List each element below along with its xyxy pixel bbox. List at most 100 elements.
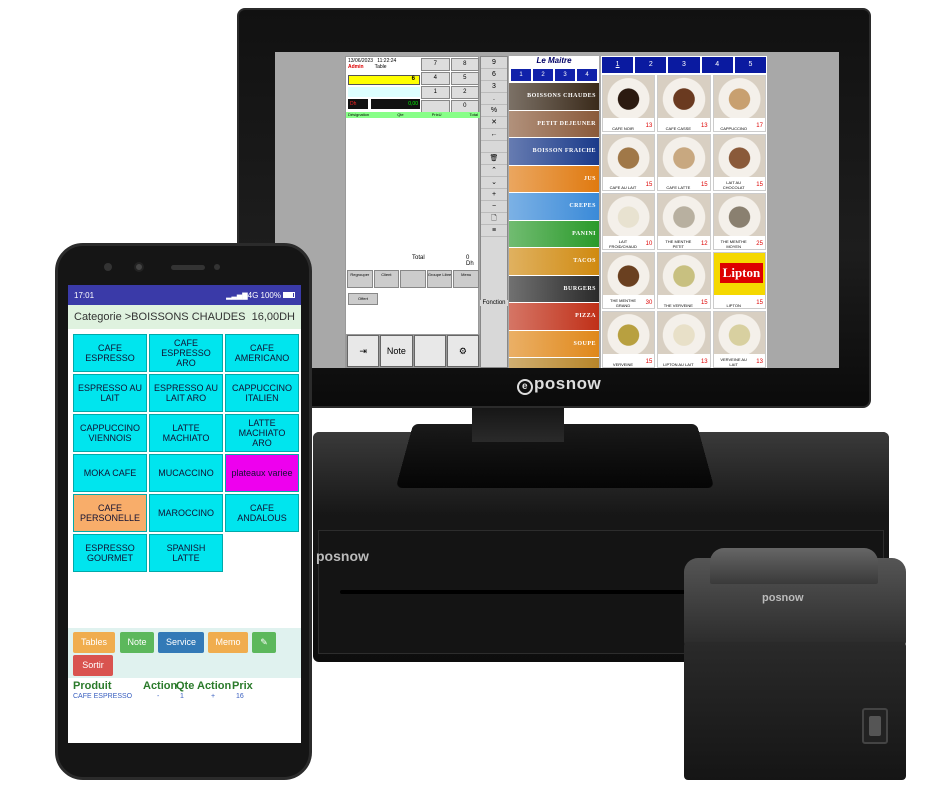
product-page-tab[interactable]: 1 — [602, 57, 634, 73]
offert-button[interactable]: Offert — [348, 293, 378, 305]
order-action-button[interactable]: Menu — [453, 270, 479, 288]
tables-button[interactable]: Tables — [73, 632, 115, 653]
status-indicators: ▂▃▅▇4G 100% — [226, 291, 295, 300]
order-action-button[interactable]: Client — [373, 270, 400, 288]
product-page-tab[interactable]: 3 — [668, 57, 700, 73]
amount-display: 0,00 — [371, 99, 420, 109]
order-action-button[interactable]: Groupe Libre — [426, 270, 453, 288]
function-key[interactable]: 🗑 — [481, 153, 507, 165]
phone-product-button[interactable]: MAROCCINO — [149, 494, 223, 532]
product-tile[interactable]: Lipton LIPTON 15 — [712, 252, 766, 309]
product-page-tab[interactable]: 4 — [701, 57, 733, 73]
phone-product-button[interactable]: CAFE ESPRESSO — [73, 334, 147, 372]
function-key[interactable]: + — [481, 189, 507, 201]
numpad-key[interactable]: 9 — [481, 57, 507, 69]
category-page-tab[interactable]: 1 — [511, 69, 531, 81]
function-key[interactable]: 🗋 — [481, 213, 507, 225]
order-bottom-button[interactable]: ⇥ — [347, 335, 380, 367]
fonction-button[interactable]: Fonction — [480, 300, 508, 306]
input-display[interactable] — [348, 87, 420, 97]
order-bottom-button[interactable]: Note — [380, 335, 413, 367]
category-button[interactable]: PETIT DEJEUNER — [509, 110, 599, 137]
phone-product-button[interactable]: ESPRESSO AU LAIT ARO — [149, 374, 223, 412]
product-tile[interactable]: LAIT FROID/CHAUD 10 — [602, 193, 656, 250]
numpad-key[interactable]: . — [481, 93, 507, 105]
phone-product-button[interactable]: plateaux variee — [225, 454, 299, 492]
increment-button[interactable]: + — [197, 693, 232, 700]
phone-product-button[interactable]: ESPRESSO AU LAIT — [73, 374, 147, 412]
order-bottom-button[interactable]: ⚙ — [446, 335, 479, 367]
category-button[interactable]: BOISSON FRAICHE — [509, 138, 599, 165]
phone-product-button[interactable]: CAFE ANDALOUS — [225, 494, 299, 532]
phone-product-button[interactable]: MOKA CAFE — [73, 454, 147, 492]
phone-product-button[interactable]: LATTE MACHIATO — [149, 414, 223, 452]
product-tile[interactable]: VERVEINE AU LAIT 13 — [712, 311, 766, 368]
numpad-key[interactable]: 5 — [450, 72, 479, 85]
function-key[interactable]: ✕ — [481, 117, 507, 129]
category-button[interactable]: PANINI — [509, 220, 599, 247]
product-tile[interactable]: VERVEINE 15 — [602, 311, 656, 368]
category-button[interactable]: JUS — [509, 165, 599, 192]
function-key[interactable]: − — [481, 201, 507, 213]
product-page-tab[interactable]: 2 — [635, 57, 667, 73]
function-key[interactable] — [481, 141, 507, 153]
numpad-key[interactable]: 4 — [421, 72, 450, 85]
product-tile[interactable]: THE VERVEINE 15 — [657, 252, 711, 309]
product-tile[interactable]: CAPPUCCINO 17 — [712, 75, 766, 132]
phone-product-button[interactable]: MUCACCINO — [149, 454, 223, 492]
order-cell-product: CAFE ESPRESSO — [73, 693, 133, 700]
category-button[interactable]: BOISSONS CHAUDES — [509, 83, 599, 110]
memo-button[interactable]: Memo — [208, 632, 248, 653]
numpad-key[interactable]: 2 — [450, 86, 479, 99]
decrement-button[interactable]: - — [143, 693, 176, 700]
numpad-key[interactable]: 1 — [421, 86, 450, 99]
printer-power-switch[interactable] — [862, 708, 888, 744]
order-action-button[interactable]: Regrouper — [347, 270, 373, 288]
quantity-display[interactable]: 6 — [348, 75, 420, 85]
product-image — [603, 312, 655, 354]
category-page-tab[interactable]: 2 — [533, 69, 553, 81]
function-key[interactable]: % — [481, 105, 507, 117]
category-button[interactable]: PIZZA — [509, 303, 599, 330]
product-tile[interactable]: THE MENTHE PETIT 12 — [657, 193, 711, 250]
category-button[interactable]: TACOS — [509, 248, 599, 275]
function-key[interactable]: ⌄ — [481, 177, 507, 189]
product-tile[interactable]: LIPTON AU LAIT 13 — [657, 311, 711, 368]
order-action-button[interactable] — [400, 270, 426, 288]
category-button[interactable]: BURGERS — [509, 275, 599, 302]
service-button[interactable]: Service — [158, 632, 204, 653]
product-tile[interactable]: CAFE LATTE 15 — [657, 134, 711, 191]
phone-product-button[interactable]: SPANISH LATTE — [149, 534, 223, 572]
product-tile[interactable]: LAIT AU CHOCOLAT 15 — [712, 134, 766, 191]
sortir-button[interactable]: Sortir — [73, 655, 113, 676]
product-tile[interactable]: THE MENTHE MOYEN 25 — [712, 193, 766, 250]
numpad-key[interactable]: 7 — [421, 58, 450, 71]
product-page-tab[interactable]: 5 — [734, 57, 767, 73]
phone-product-button[interactable]: CAPPUCCINO VIENNOIS — [73, 414, 147, 452]
phone-product-button[interactable]: CAFE PERSONELLE — [73, 494, 147, 532]
product-tile[interactable]: THE MENTHE GRAND 30 — [602, 252, 656, 309]
phone-product-button[interactable]: CAPPUCCINO ITALIEN — [225, 374, 299, 412]
phone-product-button[interactable]: LATTE MACHIATO ARO — [225, 414, 299, 452]
product-tile[interactable]: CAFE AU LAIT 15 — [602, 134, 656, 191]
category-button[interactable]: CREPES — [509, 193, 599, 220]
product-tile[interactable]: CAFE NOIR 13 — [602, 75, 656, 132]
numpad-key[interactable]: 6 — [481, 69, 507, 81]
category-button[interactable]: MALOUI — [509, 358, 599, 368]
numpad-key[interactable]: 8 — [450, 58, 479, 71]
category-page-tab[interactable]: 4 — [577, 69, 597, 81]
category-page-tab[interactable]: 3 — [555, 69, 575, 81]
edit-button[interactable]: ✎ — [252, 632, 276, 653]
phone-product-button[interactable]: ESPRESSO GOURMET — [73, 534, 147, 572]
note-button[interactable]: Note — [120, 632, 154, 653]
product-tile[interactable]: CAFE CASSE 13 — [657, 75, 711, 132]
category-button[interactable]: SOUPE — [509, 330, 599, 357]
function-key[interactable]: ← — [481, 129, 507, 141]
order-bottom-button[interactable] — [413, 335, 446, 367]
phone-product-button[interactable]: CAFE AMERICANO — [225, 334, 299, 372]
function-key[interactable]: ≡ — [481, 225, 507, 237]
phone-product-button[interactable]: CAFE ESPRESSO ARO — [149, 334, 223, 372]
numpad-key[interactable]: 3 — [481, 81, 507, 93]
signal-icon: ▂▃▅▇ — [226, 292, 248, 300]
function-key[interactable]: ⌃ — [481, 165, 507, 177]
